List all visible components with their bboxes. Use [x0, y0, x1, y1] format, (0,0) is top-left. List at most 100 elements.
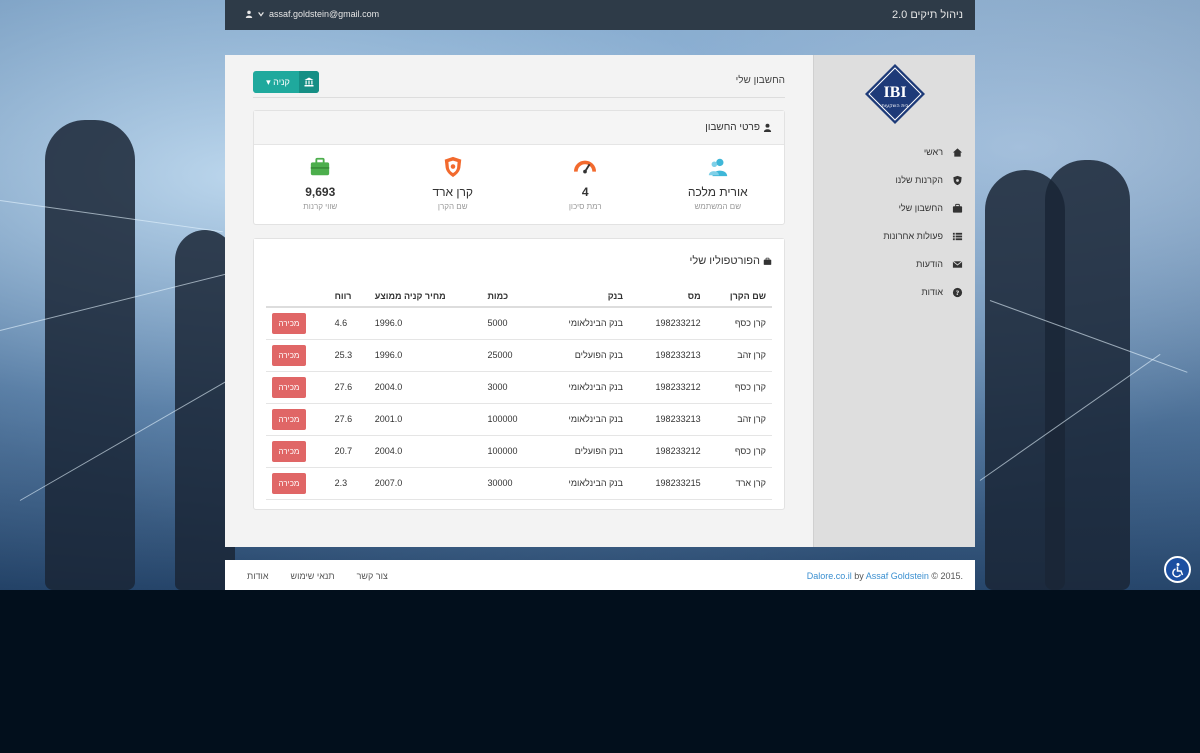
gauge-icon [519, 155, 652, 179]
users-icon [652, 155, 785, 179]
quantity-cell: 3000 [481, 371, 539, 404]
table-row: קרן זהב 198233213 בנק הפועלים 25000 1996.0 25… [266, 339, 772, 372]
sell-button[interactable]: מכירה [272, 440, 306, 462]
buy-button-label: קניה ▾ [266, 76, 290, 87]
bank-cell: בנק הבינלאומי [538, 371, 630, 404]
page-header: החשבון שלי קניה ▾ [253, 71, 785, 98]
sidebar-item-label: החשבון שלי [898, 203, 943, 213]
sidebar-item-label: הקרנות שלנו [895, 175, 943, 185]
fund-number-cell: 198233212 [629, 307, 707, 340]
action-cell: מכירה [266, 307, 329, 340]
column-header[interactable]: בנק [538, 285, 630, 308]
bank-cell: בנק הבינלאומי [538, 467, 630, 500]
avg-price-cell: 2004.0 [368, 435, 482, 468]
avg-price-cell: 2007.0 [368, 467, 482, 500]
column-header[interactable]: מס [629, 285, 707, 308]
stat-label: רמת סיכון [568, 202, 602, 211]
user-icon [763, 123, 772, 132]
avg-price-cell: 2001.0 [368, 403, 482, 436]
home-icon [951, 146, 963, 158]
sell-button[interactable]: מכירה [272, 408, 306, 430]
shield-icon [387, 155, 520, 179]
copyright: Dalore.co.il by Assaf Goldstein © 2015. [807, 571, 963, 581]
action-cell: מכירה [266, 435, 329, 468]
person-silhouette [1045, 160, 1130, 590]
person-silhouette [45, 120, 135, 590]
sidebar-item-my-account[interactable]: החשבון שלי [813, 194, 975, 222]
footer-link-terms[interactable]: תנאי שימוש [291, 571, 335, 581]
app-brand[interactable]: ניהול תיקים 2.0 [892, 9, 963, 21]
fund-number-cell: 198233213 [629, 339, 707, 372]
sidebar-item-label: ראשי [923, 147, 943, 157]
profit-cell: 20.7 [328, 435, 369, 468]
fund-number-cell: 198233213 [629, 403, 707, 436]
fund-name-cell: קרן זהב [706, 339, 772, 372]
user-menu[interactable]: assaf.goldstein@gmail.com [245, 9, 379, 19]
briefcase-icon [951, 202, 963, 214]
wheelchair-icon [1171, 562, 1183, 577]
copyright-by: by [854, 571, 864, 581]
question-icon: ? [951, 286, 963, 298]
profit-cell: 4.6 [328, 307, 369, 340]
stat-label: שווי קרנות [303, 202, 338, 211]
stat-fund-name: קרן ארד שם הקרן [387, 145, 520, 225]
sidebar-item-recent-actions[interactable]: פעולות אחרונות [813, 222, 975, 250]
buy-button[interactable]: קניה ▾ [253, 71, 319, 93]
profit-cell: 27.6 [328, 403, 369, 436]
ibi-logo[interactable]: IBI בית השקעות [864, 63, 926, 125]
sidebar: IBI בית השקעות ראשי הקרנות שלנו החשבון ש… [813, 55, 975, 547]
footer-links: צור קשר תנאי שימוש אודות [247, 571, 388, 581]
avg-price-cell: 1996.0 [368, 307, 482, 340]
footer-link-contact[interactable]: צור קשר [357, 571, 388, 581]
sidebar-item-messages[interactable]: הודעות [813, 250, 975, 278]
fund-name-cell: קרן זהב [706, 403, 772, 436]
logo-subtitle: בית השקעות [881, 103, 908, 109]
sidebar-item-funds[interactable]: הקרנות שלנו [813, 166, 975, 194]
stat-username: אורית מלכה שם המשתמש [652, 145, 785, 225]
fund-number-cell: 198233212 [629, 435, 707, 468]
copyright-year: © 2015. [931, 571, 963, 581]
stat-risk-level: 4 רמת סיכון [519, 145, 652, 225]
bank-cell: בנק הפועלים [538, 339, 630, 372]
list-icon [951, 230, 963, 242]
quantity-cell: 30000 [481, 467, 539, 500]
portfolio-header: הפורטפוליו שלי [254, 239, 784, 283]
table-row: קרן זהב 198233213 בנק הבינלאומי 100000 2001.… [266, 403, 772, 436]
card-title: פרטי החשבון [705, 122, 760, 133]
fund-name-cell: קרן כסף [706, 307, 772, 340]
column-header[interactable]: שם הקרן [706, 285, 772, 308]
sell-button[interactable]: מכירה [272, 376, 306, 398]
column-header[interactable]: כמות [481, 285, 539, 308]
profit-cell: 27.6 [328, 371, 369, 404]
quantity-cell: 100000 [481, 435, 539, 468]
fund-number-cell: 198233212 [629, 371, 707, 404]
bank-cell: בנק הבינלאומי [538, 403, 630, 436]
fund-number-cell: 198233215 [629, 467, 707, 500]
sell-button[interactable]: מכירה [272, 312, 306, 334]
sidebar-item-about[interactable]: ? אודות [813, 278, 975, 306]
portfolio-table: שם הקרן מס בנק כמות מחיר קניה ממוצע רווח… [266, 285, 772, 500]
author-link[interactable]: Assaf Goldstein [866, 571, 929, 581]
sidebar-item-label: הודעות [916, 259, 943, 269]
avg-price-cell: 1996.0 [368, 339, 482, 372]
profit-cell: 25.3 [328, 339, 369, 372]
stat-value: 4 [581, 185, 589, 199]
top-navbar: ניהול תיקים 2.0 assaf.goldstein@gmail.co… [225, 0, 975, 30]
accessibility-button[interactable] [1164, 556, 1191, 583]
stat-value: אורית מלכה [687, 185, 748, 199]
footer-link-about[interactable]: אודות [247, 571, 269, 581]
bank-cell: בנק הבינלאומי [538, 307, 630, 340]
stat-funds-value: 9,693 שווי קרנות [254, 145, 387, 225]
user-email: assaf.goldstein@gmail.com [269, 9, 380, 19]
sell-button[interactable]: מכירה [272, 344, 306, 366]
column-header[interactable]: רווח [328, 285, 369, 308]
sidebar-item-home[interactable]: ראשי [813, 138, 975, 166]
site-link[interactable]: Dalore.co.il [807, 571, 852, 581]
sidebar-item-label: פעולות אחרונות [883, 231, 943, 241]
action-cell: מכירה [266, 403, 329, 436]
table-row: קרן כסף 198233212 בנק הבינלאומי 5000 1996.0 4… [266, 307, 772, 340]
portfolio-card: הפורטפוליו שלי שם הקרן מס בנק כמות מחיר … [253, 238, 785, 510]
sell-button[interactable]: מכירה [272, 472, 306, 494]
action-cell: מכירה [266, 467, 329, 500]
column-header[interactable]: מחיר קניה ממוצע [368, 285, 482, 308]
